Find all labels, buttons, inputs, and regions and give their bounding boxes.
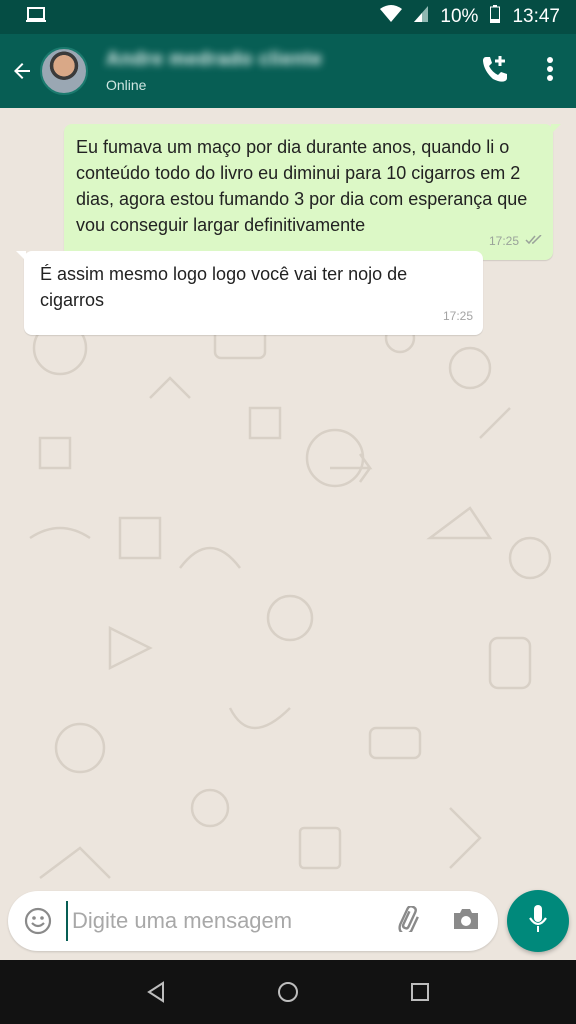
message-outgoing[interactable]: Eu fumava um maço por dia durante anos, … <box>64 124 561 260</box>
back-arrow-icon[interactable] <box>4 34 40 108</box>
mic-icon <box>527 904 549 939</box>
contact-status: Online <box>106 77 147 93</box>
message-text: É assim mesmo logo logo você vai ter noj… <box>40 264 408 310</box>
mic-button[interactable] <box>507 890 569 952</box>
nav-back-icon[interactable] <box>136 972 176 1012</box>
contact-info[interactable]: Andre medrado cliente Online <box>106 49 480 93</box>
chat-area[interactable]: Eu fumava um maço por dia durante anos, … <box>0 108 576 898</box>
message-text: Eu fumava um maço por dia durante anos, … <box>76 137 528 235</box>
avatar[interactable] <box>40 47 88 95</box>
emoji-icon[interactable] <box>10 891 66 951</box>
battery-percent: 10% <box>440 6 479 27</box>
wifi-icon <box>380 5 403 29</box>
attach-icon[interactable] <box>394 904 424 937</box>
signal-icon <box>414 6 429 28</box>
camera-icon[interactable] <box>452 907 480 936</box>
chat-header: Andre medrado cliente Online <box>0 34 576 108</box>
battery-icon <box>490 5 501 29</box>
double-check-icon <box>525 228 543 254</box>
nav-home-icon[interactable] <box>268 972 308 1012</box>
status-bar: 10% 13:47 <box>0 0 576 34</box>
message-composer <box>8 891 498 951</box>
nav-recents-icon[interactable] <box>400 972 440 1012</box>
message-time: 17:25 <box>442 309 473 323</box>
add-call-icon[interactable] <box>480 54 510 89</box>
message-input[interactable] <box>66 901 394 941</box>
message-time: 17:25 <box>488 234 519 248</box>
screen-cast-icon <box>26 6 46 28</box>
system-nav-bar <box>0 960 576 1024</box>
more-vert-icon[interactable] <box>546 56 554 87</box>
clock: 13:47 <box>512 6 560 27</box>
contact-name: Andre medrado cliente <box>106 49 323 70</box>
message-incoming[interactable]: É assim mesmo logo logo você vai ter noj… <box>16 251 483 335</box>
